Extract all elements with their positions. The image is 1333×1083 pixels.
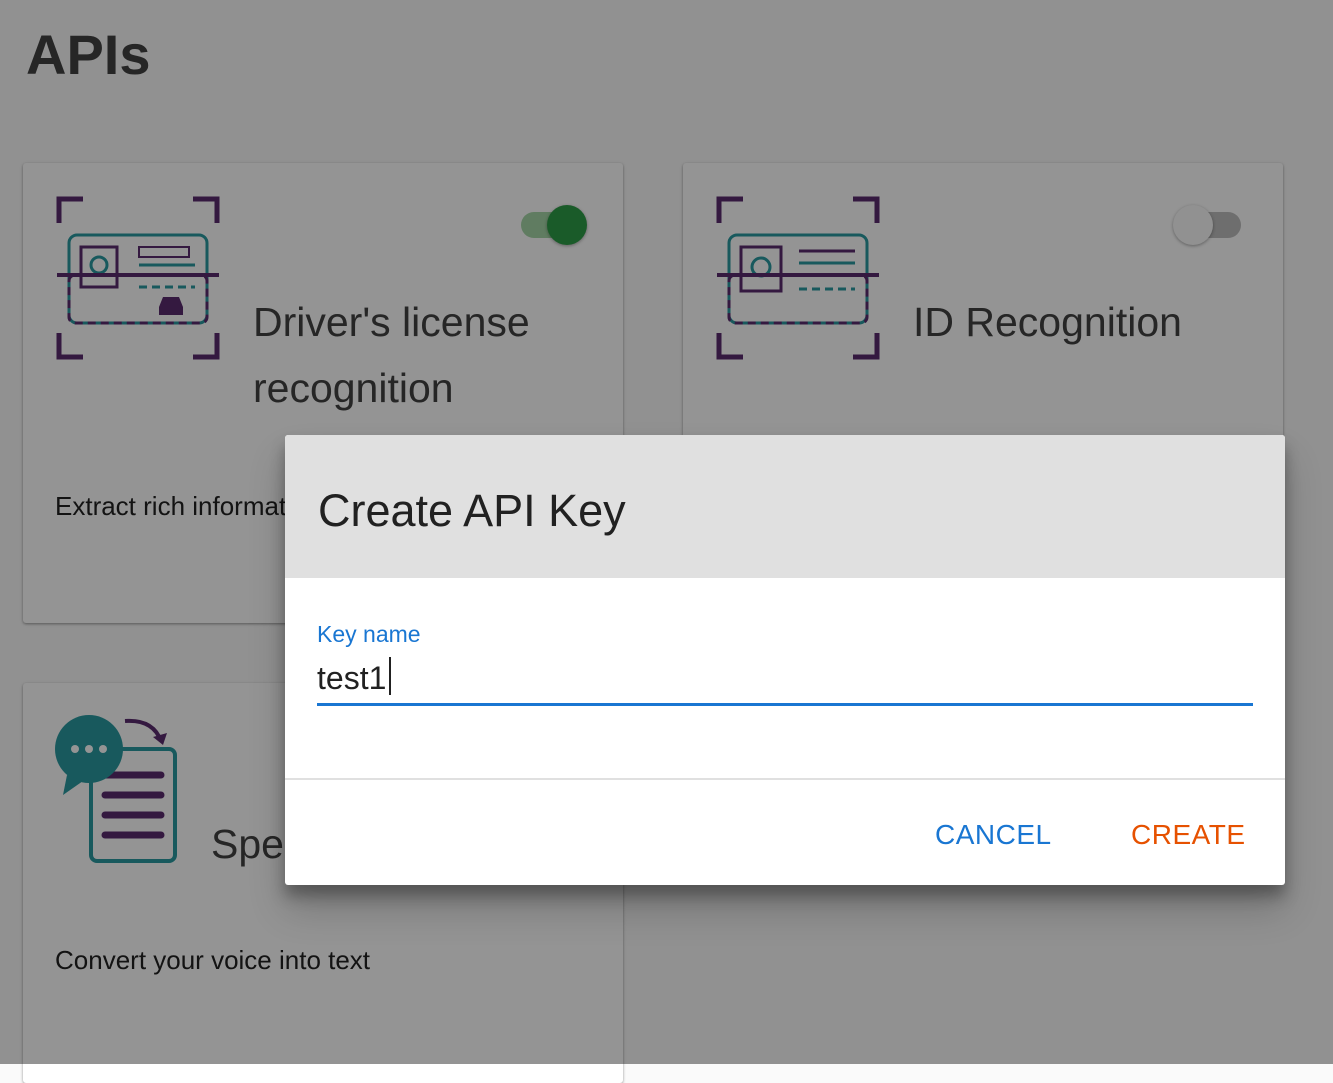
text-caret <box>389 657 391 695</box>
dialog-divider <box>285 778 1285 780</box>
dialog-title: Create API Key <box>318 485 626 536</box>
create-button[interactable]: CREATE <box>1123 813 1254 857</box>
key-name-label: Key name <box>317 621 421 647</box>
create-api-key-dialog: Create API Key Key name CANCEL CREATE <box>285 435 1285 885</box>
dialog-header: Create API Key <box>285 435 1285 578</box>
key-name-input[interactable] <box>317 653 1253 706</box>
cancel-button[interactable]: CANCEL <box>927 813 1060 857</box>
